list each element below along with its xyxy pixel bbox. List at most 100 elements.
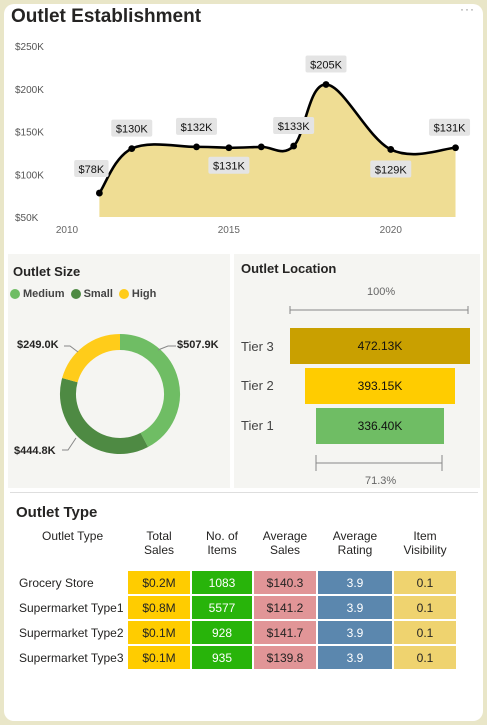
legend-dot	[10, 289, 20, 299]
donut-slice-high	[62, 334, 121, 383]
table-row[interactable]: Supermarket Type2 $0.1M 928 $141.7 3.9 0…	[16, 621, 456, 644]
funnel-bottom-percent: 71.3%	[365, 475, 397, 487]
cell-items: 935	[192, 646, 252, 669]
legend-label: Medium	[23, 288, 65, 300]
funnel-top-percent: 100%	[367, 286, 396, 298]
cell-items: 928	[192, 621, 252, 644]
cell-average-rating: 3.9	[318, 621, 392, 644]
funnel-bar-value: 336.40K	[357, 419, 403, 433]
funnel-bar-tier-1[interactable]: 336.40K	[316, 408, 444, 444]
tier-label: Tier 3	[241, 339, 274, 354]
x-tick-label: 2020	[380, 225, 403, 236]
data-label: $78K	[74, 160, 109, 178]
cell-average-rating: 3.9	[318, 571, 392, 594]
cell-total-sales: $0.8M	[128, 596, 190, 619]
y-tick-label: $250K	[15, 42, 44, 53]
table-row[interactable]: Grocery Store $0.2M 1083 $140.3 3.9 0.1	[16, 571, 456, 594]
tier-label: Tier 2	[241, 378, 274, 393]
cell-outlet-type: Supermarket Type2	[19, 625, 124, 640]
data-label: $205K	[305, 55, 347, 73]
data-label-text: $131K	[434, 123, 466, 135]
data-label: $131K	[429, 118, 471, 136]
leader-line	[64, 345, 79, 353]
data-label-text: $131K	[213, 161, 245, 173]
data-point	[257, 143, 265, 151]
data-point	[95, 189, 103, 197]
data-label: $131K	[208, 156, 250, 174]
cell-average-rating: 3.9	[318, 596, 392, 619]
donut-slice-medium	[119, 334, 180, 448]
cell-items: 1083	[192, 571, 252, 594]
y-tick-label: $200K	[15, 85, 44, 96]
cell-average-sales: $140.3	[254, 571, 316, 594]
legend-dot	[118, 289, 129, 299]
cell-total-sales: $0.1M	[128, 621, 190, 644]
table-row[interactable]: Supermarket Type1 $0.8M 5577 $141.2 3.9 …	[16, 596, 456, 619]
donut-label-small: $444.8K	[14, 445, 56, 457]
cell-items: 5577	[192, 596, 252, 619]
column-header[interactable]: Item Visibility	[394, 529, 456, 569]
cell-average-rating: 3.9	[318, 646, 392, 669]
cell-average-sales: $141.2	[254, 596, 316, 619]
cell-average-sales: $141.7	[254, 621, 316, 644]
data-label: $133K	[273, 117, 315, 135]
outlet-type-title: Outlet Type	[16, 504, 98, 521]
legend-item-high[interactable]: High	[118, 288, 157, 300]
column-header[interactable]: Average Sales	[254, 529, 316, 569]
y-tick-label: $150K	[15, 128, 44, 139]
table-header-row: Outlet Type Total Sales No. of Items Ave…	[16, 529, 456, 569]
data-point	[290, 142, 298, 150]
funnel-bar-value: 393.15K	[357, 379, 403, 393]
cell-item-visibility: 0.1	[394, 621, 456, 644]
table-row[interactable]: Supermarket Type3 $0.1M 935 $139.8 3.9 0…	[16, 646, 456, 669]
column-header[interactable]: Average Rating	[318, 529, 392, 569]
y-tick-label: $50K	[15, 213, 39, 224]
cell-total-sales: $0.2M	[128, 571, 190, 594]
column-header[interactable]: Total Sales	[128, 529, 190, 569]
cell-item-visibility: 0.1	[394, 571, 456, 594]
legend-item-small[interactable]: Small	[70, 288, 113, 300]
x-tick-label: 2010	[56, 225, 79, 236]
outlet-size-title: Outlet Size	[13, 264, 81, 279]
donut-label-medium: $507.9K	[177, 339, 219, 351]
cell-outlet-type: Grocery Store	[19, 575, 94, 590]
donut-label-high: $249.0K	[17, 339, 59, 351]
data-label: $129K	[370, 160, 412, 178]
x-tick-label: 2015	[218, 225, 241, 236]
outlet-size-legend: Medium Small High	[10, 288, 156, 300]
outlet-establishment-chart: $250K $200K $150K $100K $50K 2010 2015 2020 $78K…	[15, 42, 471, 236]
data-point	[128, 145, 136, 152]
data-point	[387, 146, 395, 153]
funnel-bar-value: 472.13K	[357, 339, 403, 353]
leader-line	[62, 437, 77, 451]
legend-item-medium[interactable]: Medium	[10, 288, 65, 300]
cell-item-visibility: 0.1	[394, 596, 456, 619]
cell-outlet-type: Supermarket Type3	[19, 650, 124, 665]
funnel-bar-tier-3[interactable]: 472.13K	[290, 328, 470, 364]
funnel-bar-tier-2[interactable]: 393.15K	[305, 368, 455, 404]
outlet-type-table: Outlet Type Total Sales No. of Items Ave…	[14, 527, 458, 671]
legend-label: High	[131, 288, 157, 300]
panel-divider	[10, 492, 478, 493]
cell-outlet-type: Supermarket Type1	[19, 600, 124, 615]
data-point	[225, 144, 233, 152]
data-label-text: $205K	[310, 59, 342, 71]
data-label: $132K	[176, 117, 218, 135]
more-options-icon[interactable]: ···	[460, 2, 475, 16]
cell-total-sales: $0.1M	[128, 646, 190, 669]
cell-item-visibility: 0.1	[394, 646, 456, 669]
data-label-text: $129K	[375, 164, 407, 176]
column-header[interactable]: Outlet Type	[16, 529, 126, 569]
outlet-establishment-title: Outlet Establishment	[11, 6, 202, 27]
leader-line	[157, 345, 176, 351]
data-label-text: $130K	[116, 124, 148, 136]
legend-dot	[70, 289, 81, 299]
data-point	[193, 143, 200, 151]
data-label-text: $133K	[278, 121, 310, 133]
data-label-text: $78K	[79, 164, 105, 176]
cell-average-sales: $139.8	[254, 646, 316, 669]
y-tick-label: $100K	[15, 170, 44, 181]
column-header[interactable]: No. of Items	[192, 529, 252, 569]
legend-label: Small	[83, 288, 113, 300]
data-point	[452, 144, 459, 152]
